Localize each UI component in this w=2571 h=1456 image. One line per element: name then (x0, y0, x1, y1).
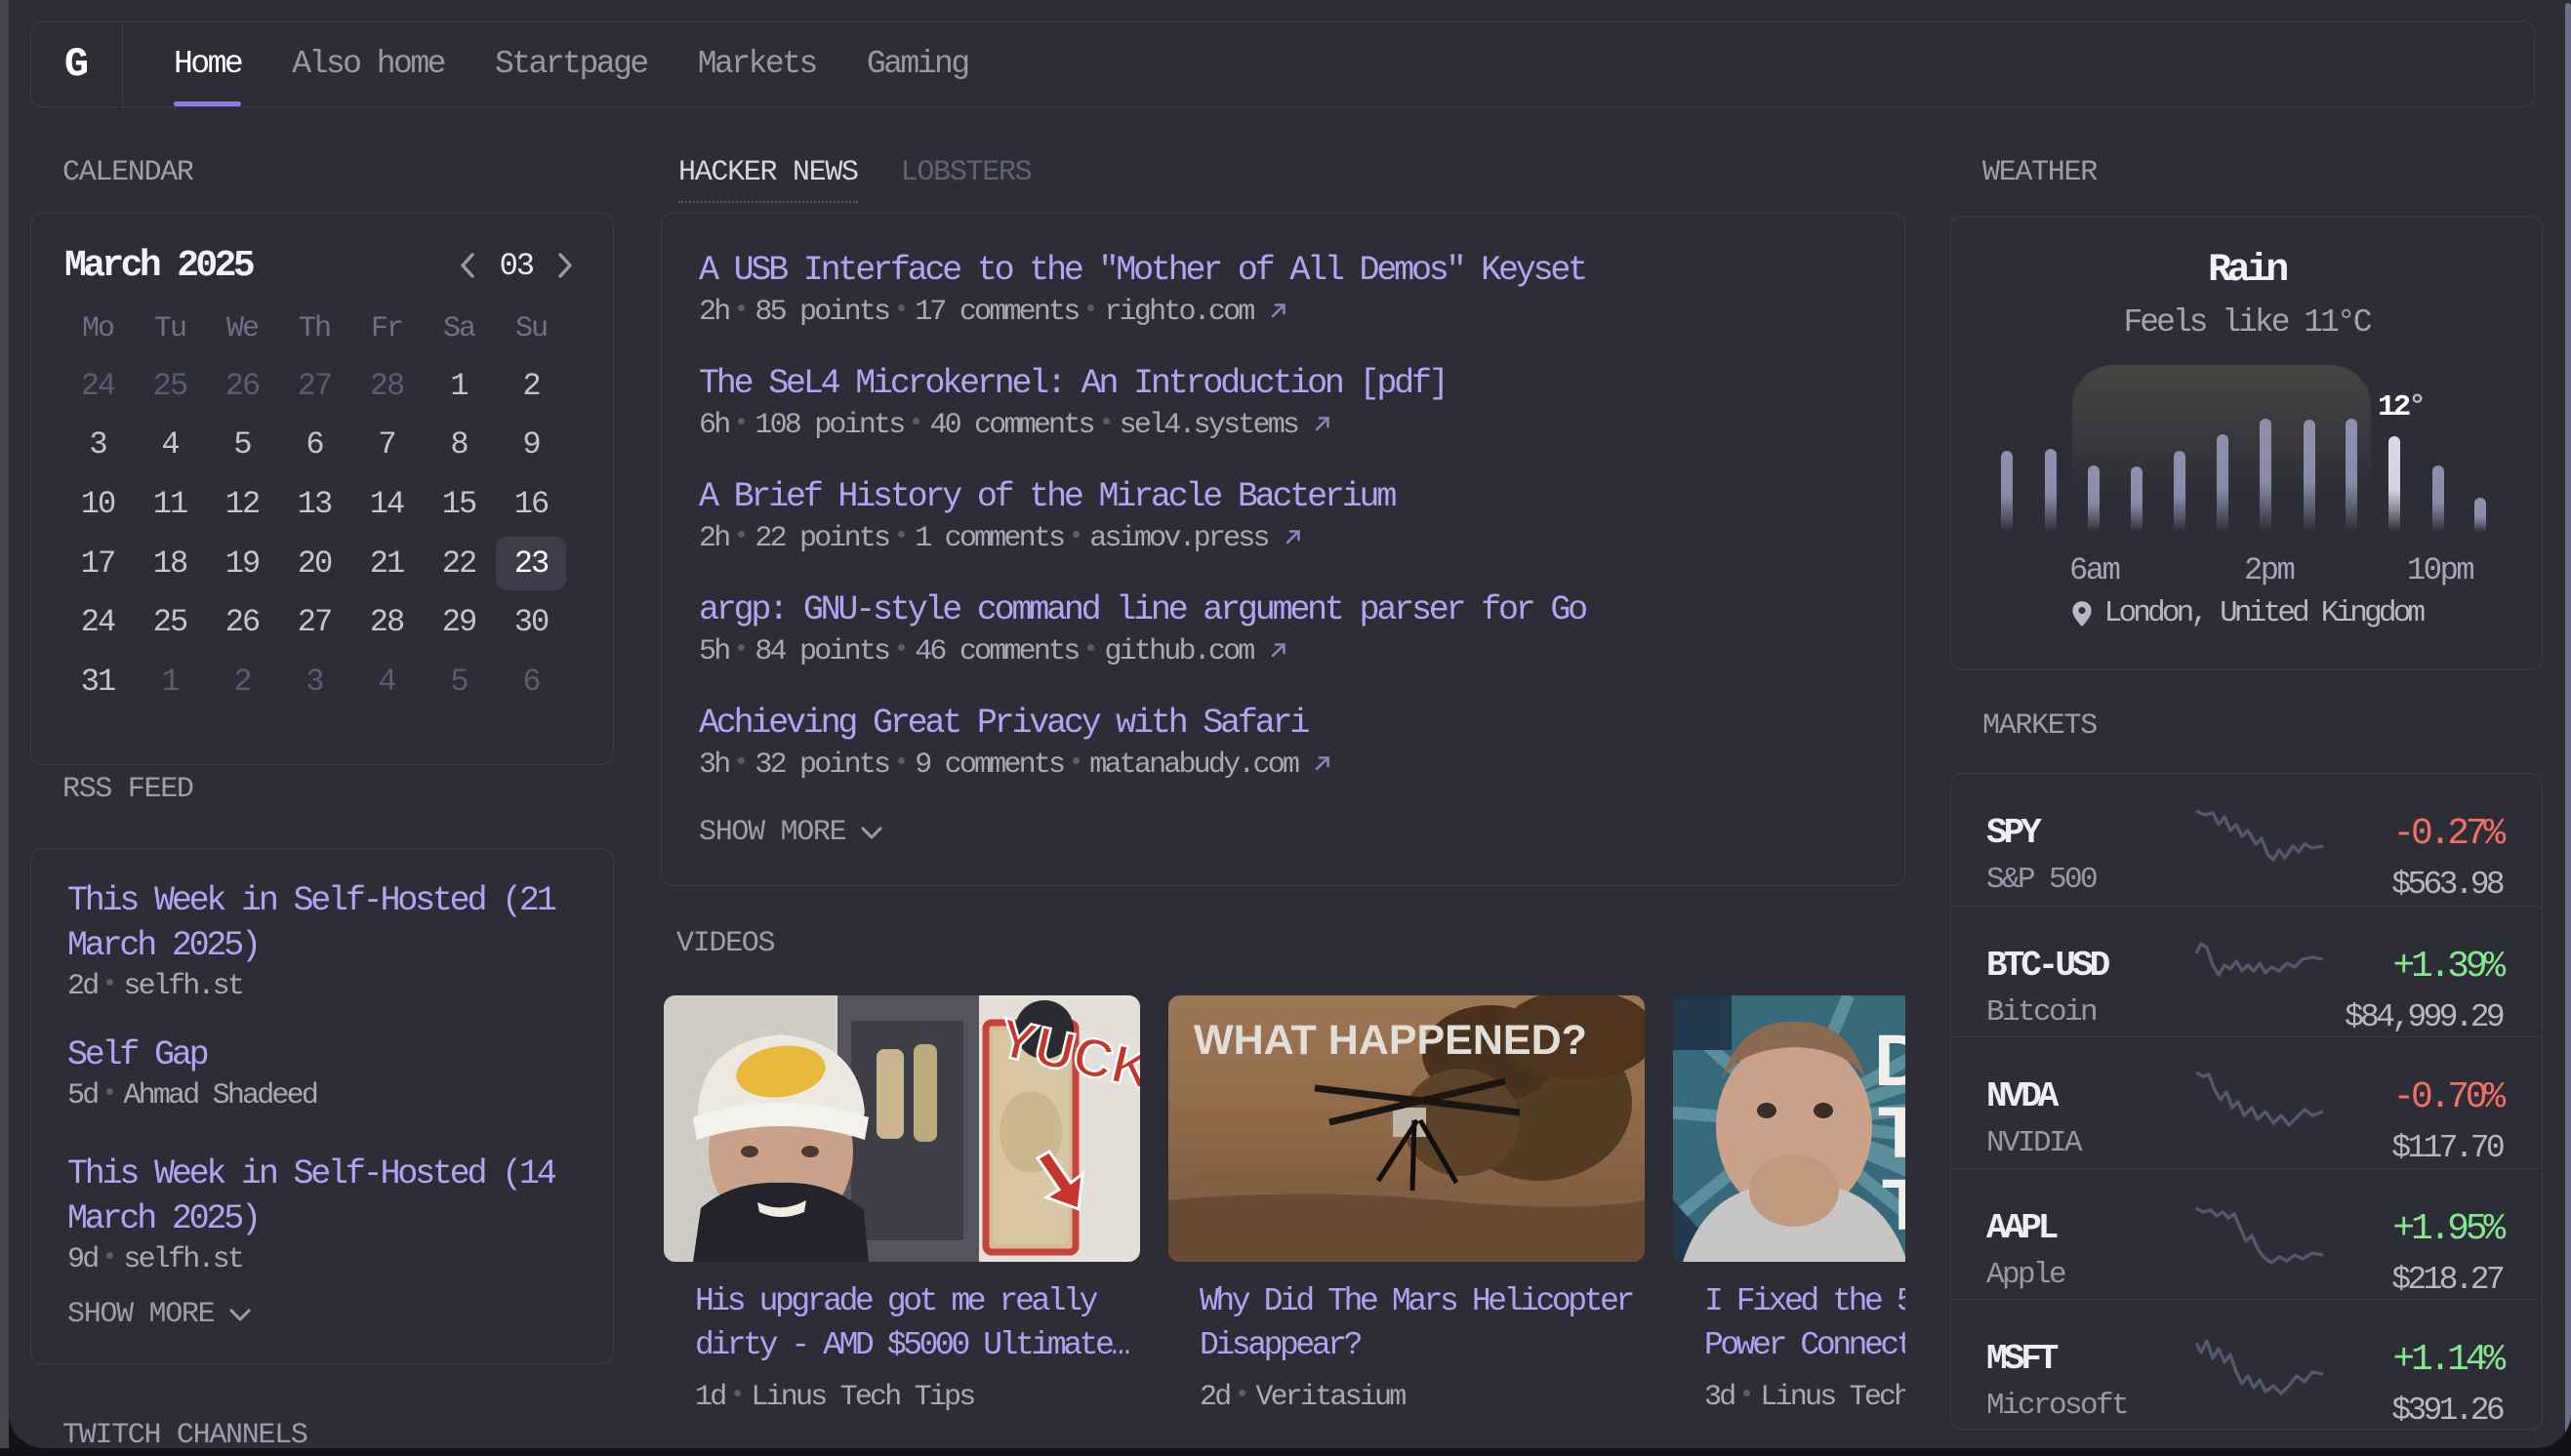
svg-text:T: T (1882, 1164, 1905, 1245)
svg-text:DO: DO (1874, 1020, 1905, 1101)
svg-text:TH: TH (1878, 1092, 1905, 1173)
